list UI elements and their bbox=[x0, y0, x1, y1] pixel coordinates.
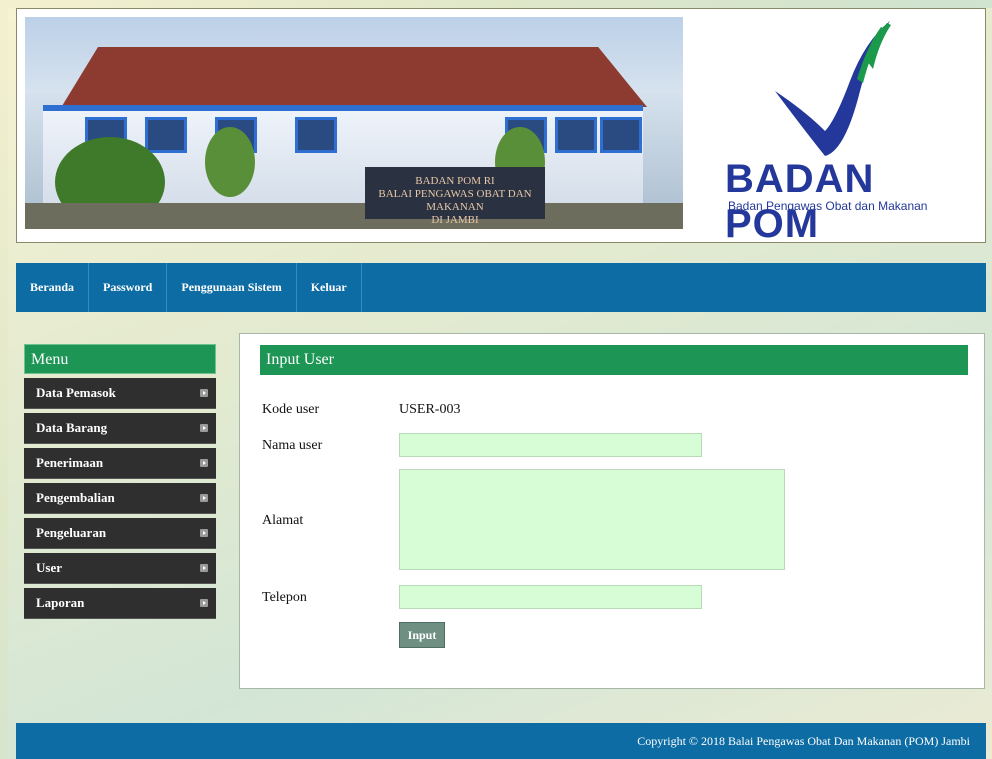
chevron-right-icon bbox=[200, 564, 208, 572]
sidebar-item-label: Data Pemasok bbox=[36, 385, 116, 400]
chevron-right-icon bbox=[200, 599, 208, 607]
chevron-right-icon bbox=[200, 389, 208, 397]
telepon-label: Telepon bbox=[262, 590, 307, 605]
input-submit-button[interactable]: Input bbox=[399, 622, 445, 648]
brand-tagline: Badan Pengawas Obat dan Makanan bbox=[728, 199, 928, 213]
nama-user-input[interactable] bbox=[399, 433, 702, 457]
checkmark-logo-icon bbox=[775, 21, 891, 156]
alamat-textarea[interactable] bbox=[399, 469, 785, 570]
nama-user-label: Nama user bbox=[262, 438, 323, 453]
office-building-photo: BADAN POM RI BALAI PENGAWAS OBAT DAN MAK… bbox=[25, 17, 683, 229]
sidebar-item-penerimaan[interactable]: Penerimaan bbox=[24, 448, 216, 479]
page-title: Input User bbox=[260, 345, 968, 375]
chevron-right-icon bbox=[200, 529, 208, 537]
sidebar-title: Menu bbox=[24, 344, 216, 374]
sidebar-item-data-barang[interactable]: Data Barang bbox=[24, 413, 216, 444]
alamat-label: Alamat bbox=[262, 513, 304, 528]
footer: Copyright © 2018 Balai Pengawas Obat Dan… bbox=[16, 723, 986, 759]
kode-user-label: Kode user bbox=[262, 402, 320, 417]
badan-pom-logo: BADAN POM Badan Pengawas Obat dan Makana… bbox=[685, 17, 979, 246]
copyright-text: Copyright © 2018 Balai Pengawas Obat Dan… bbox=[637, 734, 970, 748]
sidebar-menu: Menu Data Pemasok Data Barang Penerimaan… bbox=[24, 344, 216, 619]
sidebar-item-label: User bbox=[36, 560, 62, 575]
building-sign: BADAN POM RI BALAI PENGAWAS OBAT DAN MAK… bbox=[365, 167, 545, 226]
telepon-input[interactable] bbox=[399, 585, 702, 609]
sidebar-item-pengembalian[interactable]: Pengembalian bbox=[24, 483, 216, 514]
sidebar-item-label: Data Barang bbox=[36, 420, 108, 435]
sidebar-item-data-pemasok[interactable]: Data Pemasok bbox=[24, 378, 216, 409]
sidebar-item-user[interactable]: User bbox=[24, 553, 216, 584]
sidebar-item-pengeluaran[interactable]: Pengeluaran bbox=[24, 518, 216, 549]
nav-item-keluar[interactable]: Keluar bbox=[297, 263, 362, 312]
chevron-right-icon bbox=[200, 424, 208, 432]
sidebar-item-label: Pengembalian bbox=[36, 490, 115, 505]
sidebar-item-label: Pengeluaran bbox=[36, 525, 107, 540]
header-banner: BADAN POM RI BALAI PENGAWAS OBAT DAN MAK… bbox=[16, 8, 986, 246]
nav-item-password[interactable]: Password bbox=[89, 263, 168, 312]
sidebar-item-laporan[interactable]: Laporan bbox=[24, 588, 216, 619]
sidebar-item-label: Penerimaan bbox=[36, 455, 104, 470]
chevron-right-icon bbox=[200, 494, 208, 502]
chevron-right-icon bbox=[200, 459, 208, 467]
main-content-panel: Input User Kode user USER-003 Nama user … bbox=[239, 333, 985, 689]
nav-item-penggunaan-sistem[interactable]: Penggunaan Sistem bbox=[167, 263, 297, 312]
sidebar-item-label: Laporan bbox=[36, 595, 85, 610]
nav-item-beranda[interactable]: Beranda bbox=[16, 263, 90, 312]
top-navigation: Beranda Password Penggunaan Sistem Kelua… bbox=[16, 263, 986, 312]
kode-user-value: USER-003 bbox=[399, 402, 461, 417]
